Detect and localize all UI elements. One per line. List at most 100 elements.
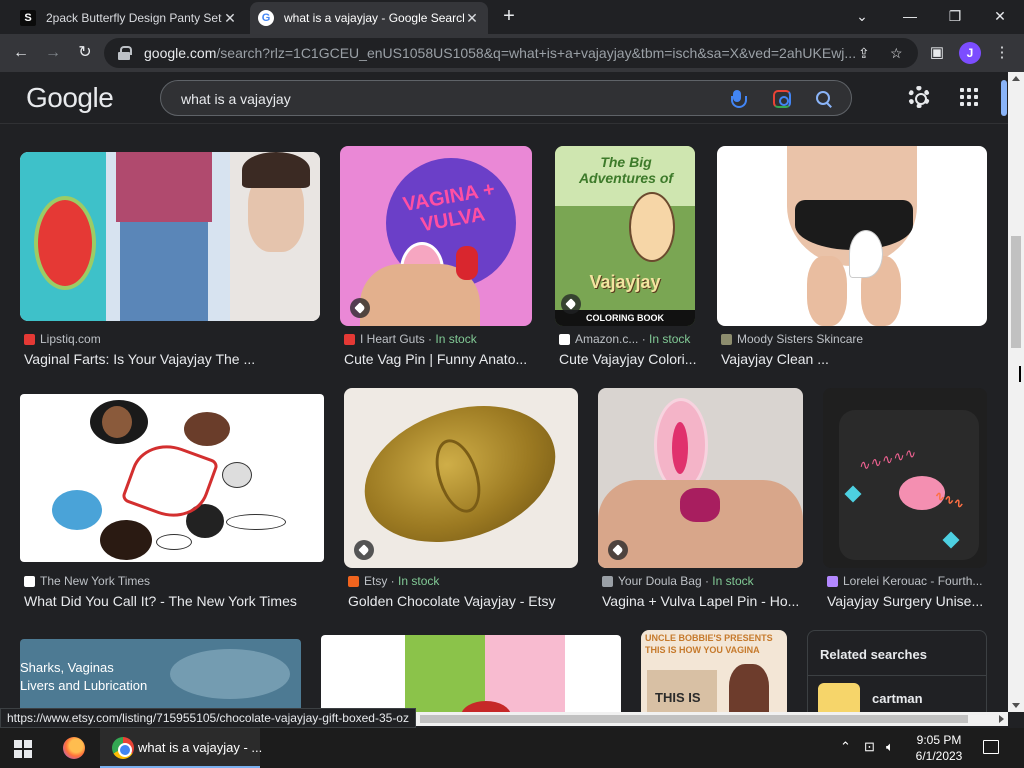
scroll-down-arrow-icon[interactable] bbox=[1012, 703, 1020, 708]
image-result-amazon[interactable]: The Big Adventures of Vajayjay COLORING … bbox=[555, 146, 696, 372]
result-thumbnail[interactable] bbox=[20, 152, 320, 321]
google-apps-grid-icon[interactable] bbox=[960, 88, 978, 106]
result-source: Moody Sisters Skincare bbox=[721, 332, 863, 346]
search-input[interactable] bbox=[181, 89, 701, 109]
scroll-up-arrow-icon[interactable] bbox=[1012, 76, 1020, 81]
close-window-button[interactable]: ✕ bbox=[980, 4, 1020, 28]
address-bar[interactable]: google.com/search?rlz=1C1GCEU_enUS1058US… bbox=[104, 38, 918, 68]
search-icon[interactable] bbox=[815, 90, 833, 108]
source-favicon-icon bbox=[602, 575, 613, 587]
lock-icon[interactable] bbox=[118, 46, 132, 60]
profile-avatar[interactable]: J bbox=[959, 42, 981, 64]
search-box[interactable] bbox=[160, 80, 852, 116]
result-thumbnail[interactable] bbox=[321, 635, 621, 712]
image-result-fruit[interactable] bbox=[321, 635, 621, 712]
related-searches-title: Related searches bbox=[820, 647, 927, 662]
url-path: /search?rlz=1C1GCEU_enUS1058US1058&q=wha… bbox=[216, 45, 857, 61]
notifications-icon[interactable] bbox=[983, 740, 999, 754]
network-icon[interactable]: ⊡ bbox=[864, 739, 875, 755]
shopping-tag-icon bbox=[354, 540, 374, 560]
tab-title: what is a vajayjay - Google Search bbox=[284, 11, 464, 25]
menu-kebab-icon[interactable]: ⋮ bbox=[991, 42, 1013, 64]
result-thumbnail[interactable]: ∿∿∿∿∿ ∿∿∿ bbox=[823, 388, 987, 568]
reload-button[interactable]: ↻ bbox=[74, 42, 96, 64]
close-tab-icon[interactable]: ✕ bbox=[222, 10, 238, 27]
image-result-etsy[interactable]: Etsy · In stock Golden Chocolate Vajayja… bbox=[344, 388, 578, 614]
result-title[interactable]: What Did You Call It? - The New York Tim… bbox=[24, 593, 328, 609]
tab-google-search[interactable]: G what is a vajayjay - Google Search ✕ bbox=[250, 2, 488, 34]
result-source: Etsy · In stock bbox=[348, 574, 439, 588]
taskbar-chrome-button[interactable]: what is a vajayjay - ... bbox=[100, 728, 262, 768]
google-favicon-icon: G bbox=[258, 10, 274, 26]
result-source: The New York Times bbox=[24, 574, 150, 588]
share-icon[interactable]: ⇪ bbox=[858, 45, 870, 62]
result-title[interactable]: Vajayjay Clean ... bbox=[721, 351, 987, 367]
result-source: I Heart Guts · In stock bbox=[344, 332, 477, 346]
minimize-button[interactable]: — bbox=[890, 4, 930, 28]
image-result-lorelei-kerouac[interactable]: ∿∿∿∿∿ ∿∿∿ Lorelei Kerouac - Fourth... Va… bbox=[823, 388, 987, 614]
settings-gear-icon[interactable] bbox=[908, 86, 930, 108]
google-logo[interactable]: Google bbox=[26, 82, 114, 114]
volume-muted-icon[interactable]: 🔈︎ bbox=[886, 739, 894, 755]
new-tab-button[interactable]: + bbox=[498, 6, 520, 28]
tab-search-chevron-icon[interactable]: ⌄ bbox=[842, 4, 882, 28]
restore-button[interactable]: ❐ bbox=[935, 4, 975, 28]
image-result-your-doula-bag[interactable]: Your Doula Bag · In stock Vagina + Vulva… bbox=[598, 388, 803, 614]
browser-toolbar: ← → ↻ google.com/search?rlz=1C1GCEU_enUS… bbox=[0, 34, 1024, 72]
windows-start-icon[interactable] bbox=[14, 740, 32, 758]
vertical-scrollbar[interactable] bbox=[1008, 72, 1024, 712]
result-title[interactable]: Vaginal Farts: Is Your Vajayjay The ... bbox=[24, 351, 324, 367]
book-title: Vajayjay bbox=[589, 272, 661, 292]
image-result-book[interactable]: UNCLE BOBBIE'S PRESENTS THIS IS HOW YOU … bbox=[641, 630, 787, 712]
result-thumbnail[interactable] bbox=[344, 388, 578, 568]
search-results-page: ▬▬▬ ▬▬▬▬▬▬▬▬▬ ▬ ▬▬▬▬▬▬▬▬ ▬▬ ▬▬▬▬▬▬ ▬▬▬▬ … bbox=[0, 72, 1008, 712]
side-panel-icon[interactable]: ▣ bbox=[926, 42, 948, 64]
result-thumbnail[interactable]: The Big Adventures of Vajayjay COLORING … bbox=[555, 146, 695, 326]
result-thumbnail[interactable]: Sharks, Vaginas Livers and Lubrication bbox=[20, 639, 301, 712]
account-accent[interactable] bbox=[1001, 80, 1007, 116]
firefox-icon[interactable] bbox=[63, 737, 85, 759]
source-favicon-icon bbox=[721, 333, 732, 345]
book-subtitle: The Big Adventures of bbox=[578, 154, 674, 186]
book-cover-text: THIS IS bbox=[655, 690, 701, 705]
close-tab-icon[interactable]: ✕ bbox=[464, 10, 480, 27]
result-source: Your Doula Bag · In stock bbox=[602, 574, 754, 588]
image-result-moody-sisters[interactable]: Moody Sisters Skincare Vajayjay Clean ..… bbox=[717, 146, 987, 372]
horizontal-scroll-thumb[interactable] bbox=[420, 715, 968, 723]
tab-panty-set[interactable]: S 2pack Butterfly Design Panty Set ✕ bbox=[12, 2, 246, 34]
result-thumbnail[interactable] bbox=[717, 146, 987, 326]
back-button[interactable]: ← bbox=[10, 42, 32, 64]
result-title[interactable]: Cute Vajayjay Colori... bbox=[559, 351, 699, 367]
result-thumbnail[interactable]: VAGINA + VULVA bbox=[340, 146, 532, 326]
link-status-bar: https://www.etsy.com/listing/715955105/c… bbox=[0, 708, 416, 728]
tray-chevron-icon[interactable]: ⌃ bbox=[840, 739, 851, 755]
image-result-i-heart-guts[interactable]: VAGINA + VULVA I Heart Guts · In stock C… bbox=[340, 146, 532, 372]
forward-button[interactable]: → bbox=[42, 42, 64, 64]
microphone-icon[interactable] bbox=[729, 90, 747, 108]
image-result-lipstiq[interactable]: Lipstiq.com Vaginal Farts: Is Your Vajay… bbox=[20, 152, 320, 372]
result-title[interactable]: Vajayjay Surgery Unise... bbox=[827, 593, 987, 609]
related-search-thumbnail[interactable] bbox=[818, 683, 860, 712]
related-searches-panel: Related searches cartman bbox=[807, 630, 987, 712]
scroll-right-arrow-icon[interactable] bbox=[999, 715, 1004, 723]
result-source: Amazon.c... · In stock bbox=[559, 332, 690, 346]
clock-time: 9:05 PM bbox=[916, 733, 962, 747]
nyt-favicon-icon bbox=[24, 575, 35, 587]
result-title[interactable]: Cute Vag Pin | Funny Anato... bbox=[344, 351, 530, 367]
image-result-nyt[interactable]: The New York Times What Did You Call It?… bbox=[20, 388, 324, 614]
result-thumbnail[interactable]: UNCLE BOBBIE'S PRESENTS THIS IS HOW YOU … bbox=[641, 630, 787, 712]
vertical-scroll-thumb[interactable] bbox=[1011, 236, 1021, 348]
site-favicon-icon: S bbox=[20, 10, 36, 26]
google-lens-icon[interactable] bbox=[773, 90, 791, 108]
source-favicon-icon bbox=[344, 333, 355, 345]
result-thumbnail[interactable] bbox=[20, 394, 324, 562]
bookmark-star-icon[interactable]: ☆ bbox=[890, 45, 903, 62]
related-search-item[interactable]: cartman bbox=[872, 691, 923, 706]
result-title[interactable]: Golden Chocolate Vajayjay - Etsy bbox=[348, 593, 578, 609]
result-thumbnail[interactable] bbox=[598, 388, 803, 568]
image-result-sharks[interactable]: Sharks, Vaginas Livers and Lubrication bbox=[20, 639, 301, 712]
source-favicon-icon bbox=[827, 575, 838, 587]
thumbnail-caption: Sharks, Vaginas Livers and Lubrication bbox=[20, 660, 148, 693]
taskbar-clock[interactable]: 9:05 PM 6/1/2023 bbox=[904, 732, 974, 764]
result-title[interactable]: Vagina + Vulva Lapel Pin - Ho... bbox=[602, 593, 803, 609]
